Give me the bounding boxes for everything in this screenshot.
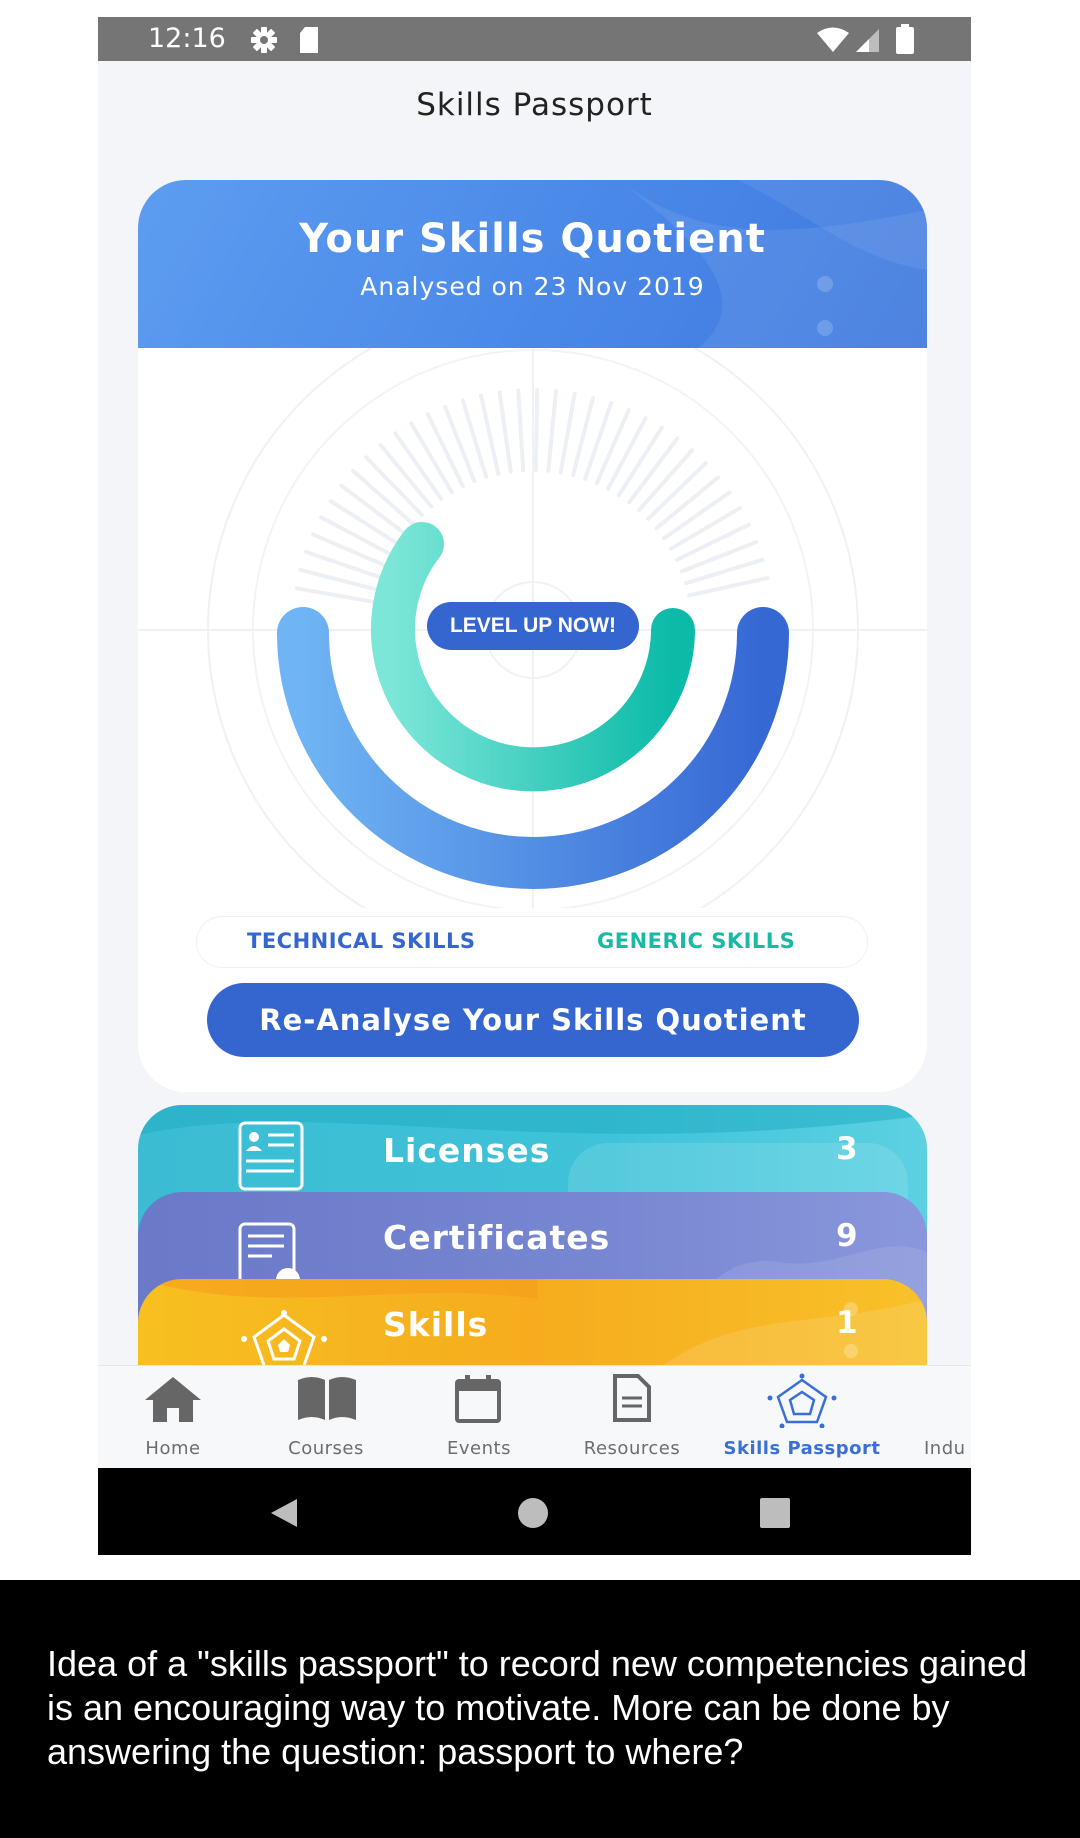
phone-screen: 12:16 Skills Passport Your Skills Quotie… bbox=[98, 17, 971, 1555]
card-count: 3 bbox=[836, 1131, 858, 1167]
nav-item-industry[interactable]: Indu bbox=[915, 1366, 971, 1469]
caption-text: Idea of a "skills passport" to record ne… bbox=[47, 1643, 1028, 1772]
card-label: Skills bbox=[383, 1305, 489, 1344]
license-icon bbox=[238, 1121, 304, 1191]
wifi-icon bbox=[817, 27, 849, 52]
android-nav-bar bbox=[98, 1468, 971, 1555]
status-time: 12:16 bbox=[148, 23, 226, 54]
signal-icon bbox=[856, 29, 879, 52]
battery-icon bbox=[896, 24, 914, 54]
status-bar: 12:16 bbox=[98, 17, 971, 61]
card-count: 1 bbox=[836, 1305, 858, 1341]
book-icon bbox=[298, 1377, 356, 1420]
card-label: Certificates bbox=[383, 1218, 611, 1257]
nav-label: Courses bbox=[288, 1438, 364, 1459]
gauge-tick bbox=[319, 515, 394, 557]
gauge-tick bbox=[533, 388, 540, 473]
caption-box: Idea of a "skills passport" to record ne… bbox=[0, 1580, 1080, 1838]
legend-generic-skills: GENERIC SKILLS bbox=[597, 929, 796, 953]
reanalyse-button[interactable]: Re-Analyse Your Skills Quotient bbox=[207, 983, 859, 1057]
gauge-tick bbox=[310, 532, 389, 569]
nav-label: Home bbox=[145, 1438, 201, 1459]
home-icon bbox=[145, 1377, 201, 1422]
card-label: Licenses bbox=[383, 1131, 551, 1170]
analysed-date: Analysed on 23 Nov 2019 bbox=[360, 272, 705, 301]
card-count: 9 bbox=[836, 1218, 858, 1254]
gauge-tick bbox=[674, 522, 751, 562]
settings-icon bbox=[251, 27, 277, 53]
nav-item-resources[interactable]: Resources bbox=[557, 1366, 707, 1469]
skills-quotient-card: Your Skills Quotient Analysed on 23 Nov … bbox=[138, 180, 927, 1092]
gauge-ticks bbox=[294, 388, 770, 605]
page-title: Skills Passport bbox=[416, 87, 653, 123]
nav-item-courses[interactable]: Courses bbox=[251, 1366, 401, 1469]
banner-wave-decoration bbox=[618, 180, 927, 348]
nav-label: Resources bbox=[583, 1438, 681, 1459]
home-circle-icon[interactable] bbox=[516, 1496, 550, 1530]
gauge-tick bbox=[594, 407, 631, 486]
skills-radar-icon bbox=[767, 1373, 837, 1428]
nav-label: Indu bbox=[924, 1438, 966, 1459]
calendar-icon bbox=[455, 1375, 501, 1423]
document-icon bbox=[613, 1374, 651, 1422]
gauge-tick bbox=[294, 586, 378, 605]
recents-icon[interactable] bbox=[759, 1497, 791, 1529]
gauge-tick bbox=[558, 391, 577, 475]
level-up-button[interactable]: LEVEL UP NOW! bbox=[427, 602, 639, 650]
nav-item-home[interactable]: Home bbox=[98, 1366, 248, 1469]
gauge-tick bbox=[606, 416, 648, 491]
nav-label: Events bbox=[447, 1438, 511, 1459]
nav-item-skills-passport[interactable]: Skills Passport bbox=[712, 1366, 892, 1469]
legend-technical-skills: TECHNICAL SKILLS bbox=[247, 929, 476, 953]
skills-quotient-title: Your Skills Quotient bbox=[299, 216, 766, 262]
skills-legend: TECHNICAL SKILLS GENERIC SKILLS bbox=[196, 916, 868, 968]
back-icon[interactable] bbox=[269, 1498, 299, 1528]
bottom-nav: Home Courses Events Resources Skills Pas… bbox=[98, 1365, 971, 1468]
nav-item-events[interactable]: Events bbox=[404, 1366, 554, 1469]
gauge-tick bbox=[516, 388, 526, 473]
gauge-tick bbox=[425, 412, 465, 489]
gauge-tick bbox=[497, 390, 513, 474]
sd-card-icon bbox=[300, 27, 318, 53]
gauge-tick bbox=[546, 389, 559, 473]
skills-quotient-banner: Your Skills Quotient Analysed on 23 Nov … bbox=[138, 180, 927, 348]
nav-label: Skills Passport bbox=[723, 1438, 881, 1459]
